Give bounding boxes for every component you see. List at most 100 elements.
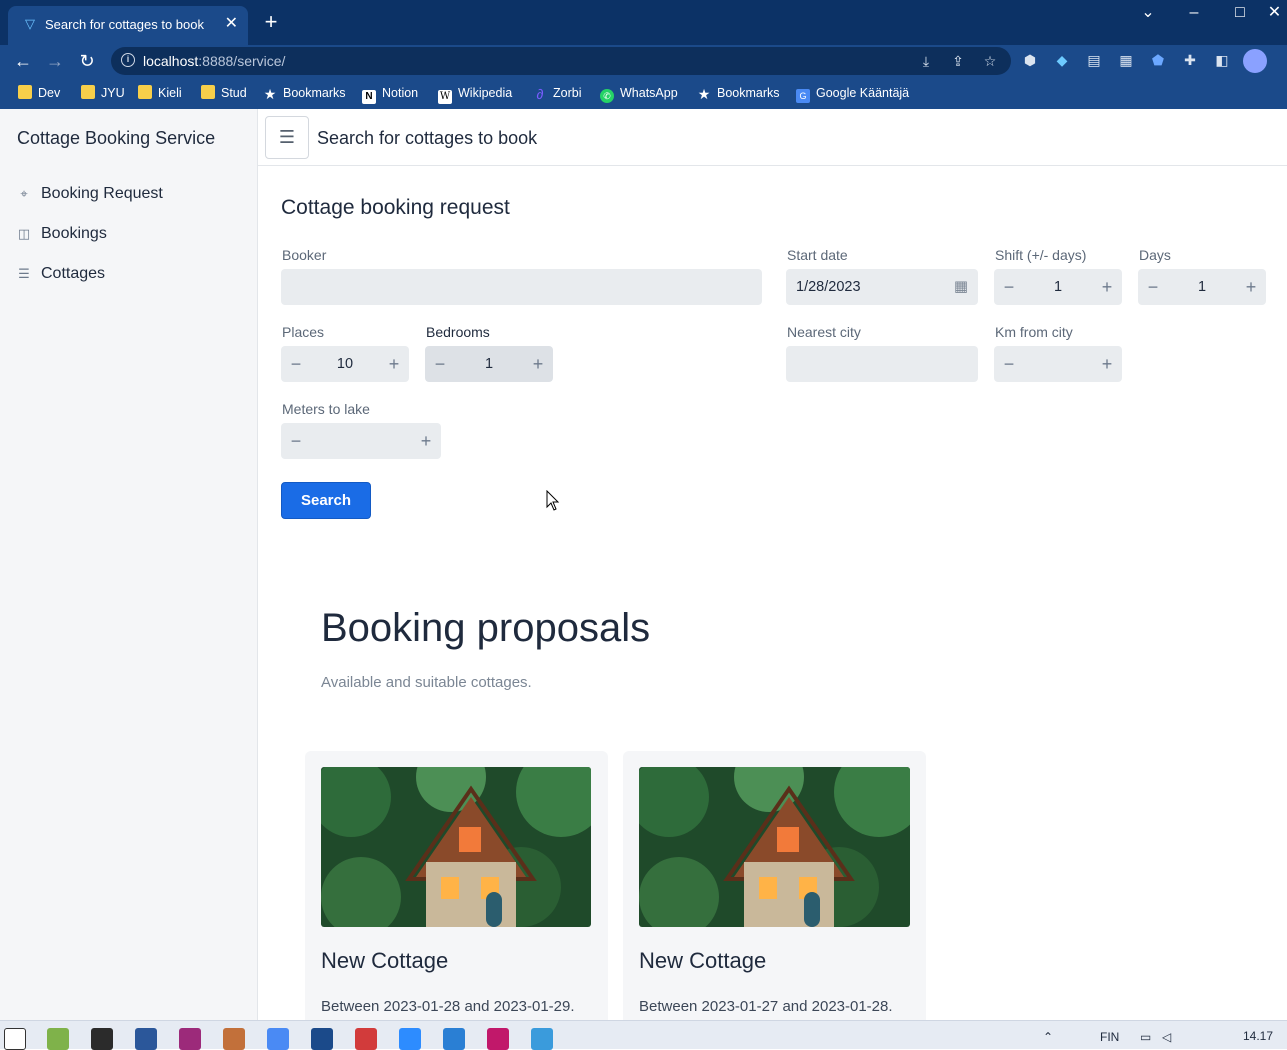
profile-avatar[interactable] <box>1243 49 1267 73</box>
address-bar[interactable]: i localhost:8888/service/ ⤓ ⇪ ☆ <box>111 47 1011 75</box>
bookmark-link[interactable]: G Google Kääntäjä <box>796 83 909 103</box>
nav-item-bookings[interactable]: ◫ Bookings <box>17 220 107 248</box>
increment-button[interactable]: + <box>1092 346 1122 382</box>
extension-icon[interactable]: ⬟ <box>1149 51 1167 69</box>
bookmark-link[interactable]: W Wikipedia <box>438 83 512 104</box>
card-title: New Cottage <box>639 948 767 973</box>
intellij-app-icon[interactable] <box>487 1028 509 1050</box>
new-tab-button[interactable]: + <box>259 10 283 34</box>
bookmark-link[interactable]: ∂ Zorbi <box>533 83 582 103</box>
nearest-city-field[interactable] <box>786 346 978 382</box>
bookmark-folder[interactable]: ★ Bookmarks <box>697 83 780 103</box>
browser-tab[interactable]: ▽ Search for cottages to book ✕ <box>8 6 248 45</box>
puzzle-icon[interactable]: ✚ <box>1181 51 1199 69</box>
calendar-icon[interactable]: ▦ <box>954 278 968 296</box>
terminal-app-icon[interactable] <box>91 1028 113 1050</box>
nav-item-booking-request[interactable]: ⌖ Booking Request <box>17 180 163 208</box>
star-icon: ★ <box>697 86 711 102</box>
increment-button[interactable]: + <box>1092 269 1122 305</box>
bookmark-folder[interactable]: Kieli <box>138 83 182 103</box>
share-icon[interactable]: ⇪ <box>949 52 967 70</box>
bookmark-folder[interactable]: ★ Bookmarks <box>263 83 346 103</box>
increment-button[interactable]: + <box>379 346 409 382</box>
chrome-app-icon[interactable] <box>267 1028 289 1050</box>
decrement-button[interactable]: − <box>994 269 1024 305</box>
app-root: Cottage Booking Service ⌖ Booking Request… <box>0 109 1287 1020</box>
volume-icon[interactable]: ◁ <box>1162 1030 1171 1044</box>
bookmark-link[interactable]: N Notion <box>362 83 418 104</box>
maximize-icon[interactable]: □ <box>1220 0 1260 28</box>
back-icon[interactable]: ← <box>10 48 36 74</box>
tab-close-icon[interactable]: ✕ <box>225 15 238 33</box>
zoom-app-icon[interactable] <box>399 1028 421 1050</box>
extension-icon[interactable]: ◆ <box>1053 51 1071 69</box>
bedrooms-label: Bedrooms <box>426 324 490 340</box>
increment-button[interactable]: + <box>1236 269 1266 305</box>
bookmarks-bar: Dev JYU Kieli Stud ★ Bookmarks N Notion WW… <box>0 77 1287 109</box>
decrement-button[interactable]: − <box>994 346 1024 382</box>
tab-search-icon[interactable]: ⌄ <box>1128 0 1168 28</box>
site-info-icon[interactable]: i <box>121 53 135 67</box>
app-icon[interactable] <box>223 1028 245 1050</box>
install-icon[interactable]: ⤓ <box>917 52 935 70</box>
start-date-picker[interactable]: 1/28/2023 ▦ <box>786 269 978 305</box>
language-indicator[interactable]: FIN <box>1100 1030 1119 1044</box>
shift-stepper[interactable]: − 1 + <box>994 269 1122 305</box>
decrement-button[interactable]: − <box>1138 269 1168 305</box>
drawer-toggle-button[interactable]: ☰ <box>265 116 309 159</box>
star-icon[interactable]: ☆ <box>981 52 999 70</box>
bedrooms-stepper[interactable]: − 1 + <box>425 346 553 382</box>
tab-title: Search for cottages to book <box>45 17 204 32</box>
app-header: ☰ Search for cottages to book <box>258 109 1287 166</box>
star-icon: ★ <box>263 86 277 102</box>
clock[interactable]: 14.17 <box>1243 1029 1273 1043</box>
folder-icon <box>138 85 152 99</box>
extension-icon[interactable]: ▤ <box>1085 51 1103 69</box>
days-stepper[interactable]: − 1 + <box>1138 269 1266 305</box>
extension-icon[interactable]: ▦ <box>1117 51 1135 69</box>
chevron-up-icon[interactable]: ⌃ <box>1043 1030 1053 1044</box>
decrement-button[interactable]: − <box>281 346 311 382</box>
side-panel-icon[interactable]: ◧ <box>1213 51 1231 69</box>
app-icon[interactable] <box>179 1028 201 1050</box>
form-heading: Cottage booking request <box>281 196 510 219</box>
minimize-icon[interactable]: – <box>1174 0 1214 28</box>
vaadin-favicon-icon: ▽ <box>25 16 35 31</box>
extension-icon[interactable]: ⬢ <box>1021 51 1039 69</box>
cottage-card[interactable]: New Cottage Between 2023-01-27 and 2023-… <box>623 751 926 1020</box>
close-window-icon[interactable]: ✕ <box>1262 0 1287 28</box>
km-from-city-stepper[interactable]: − + <box>994 346 1122 382</box>
cottage-image <box>639 767 910 927</box>
reload-icon[interactable]: ↻ <box>74 48 100 74</box>
os-taskbar: ⌃ FIN ▭ ◁ 14.17 <box>0 1020 1287 1050</box>
word-app-icon[interactable] <box>135 1028 157 1050</box>
decrement-button[interactable]: − <box>425 346 455 382</box>
increment-button[interactable]: + <box>523 346 553 382</box>
bookmark-folder[interactable]: JYU <box>81 83 125 103</box>
search-button[interactable]: Search <box>281 482 371 519</box>
app-icon[interactable] <box>311 1028 333 1050</box>
decrement-button[interactable]: − <box>281 423 311 459</box>
increment-button[interactable]: + <box>411 423 441 459</box>
bookmark-folder[interactable]: Stud <box>201 83 247 103</box>
bookmark-folder[interactable]: Dev <box>18 83 60 103</box>
zorbi-icon: ∂ <box>536 86 544 102</box>
proposals-subtitle: Available and suitable cottages. <box>321 674 532 691</box>
vscode-app-icon[interactable] <box>443 1028 465 1050</box>
browser-tab-bar: ▽ Search for cottages to book ✕ + ⌄ – □ … <box>0 0 1287 45</box>
cottage-card[interactable]: New Cottage Between 2023-01-28 and 2023-… <box>305 751 608 1020</box>
folder-icon <box>201 85 215 99</box>
wikipedia-icon: W <box>438 90 452 104</box>
start-date-label: Start date <box>787 247 848 263</box>
app-icon[interactable] <box>355 1028 377 1050</box>
places-stepper[interactable]: − 10 + <box>281 346 409 382</box>
notepad-app-icon[interactable] <box>47 1028 69 1050</box>
forward-icon[interactable]: → <box>42 48 68 74</box>
wikipedia-app-icon[interactable] <box>4 1028 26 1050</box>
nav-item-cottages[interactable]: ☰ Cottages <box>17 260 105 288</box>
app-icon[interactable] <box>531 1028 553 1050</box>
booker-field[interactable] <box>281 269 762 305</box>
network-icon[interactable]: ▭ <box>1140 1030 1151 1044</box>
bookmark-link[interactable]: ✆ WhatsApp <box>600 83 678 103</box>
meters-to-lake-stepper[interactable]: − + <box>281 423 441 459</box>
